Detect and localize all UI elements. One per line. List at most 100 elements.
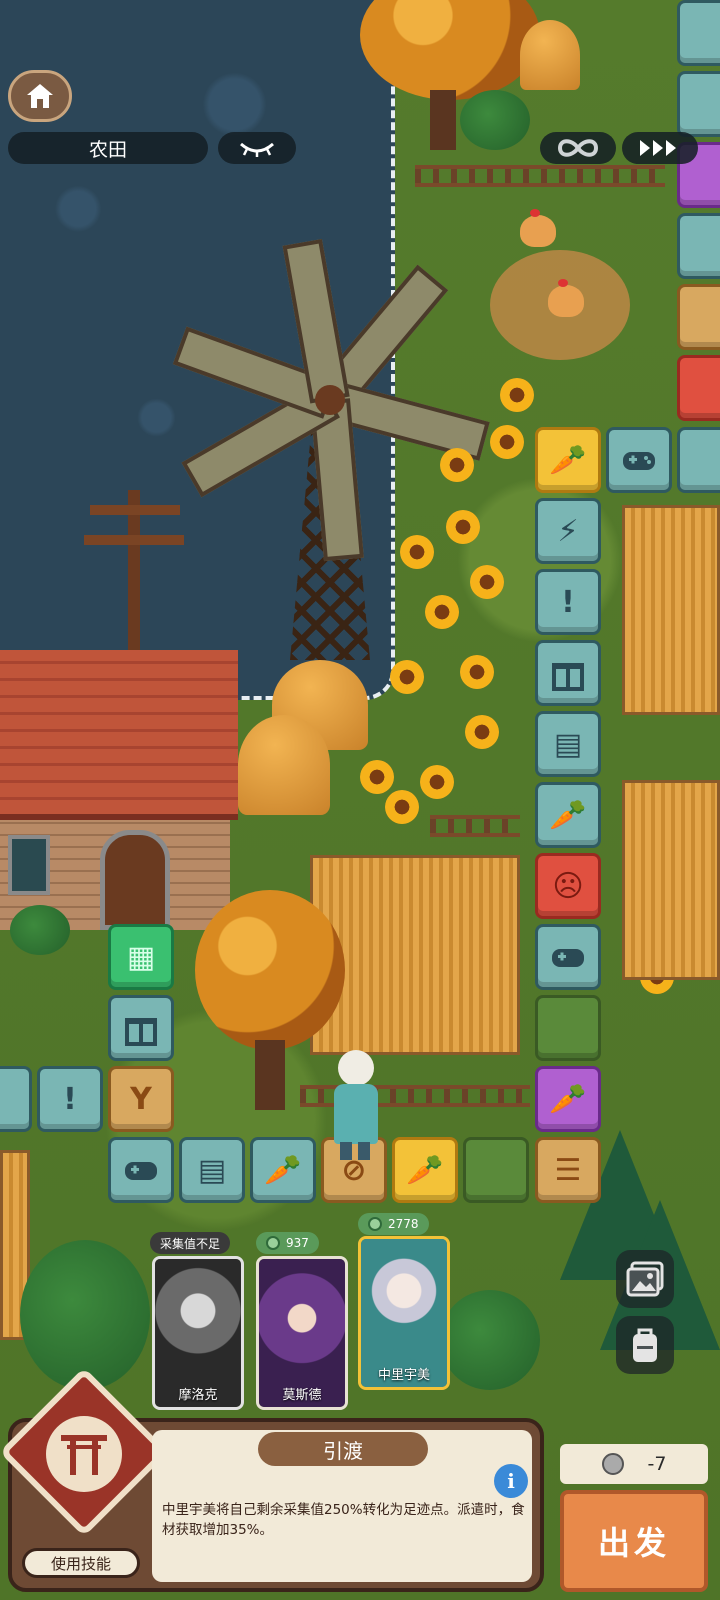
tile-carrot[interactable]: 🥕 bbox=[392, 1137, 458, 1203]
tile-gamepad[interactable] bbox=[108, 1137, 174, 1203]
auto-loop-button[interactable] bbox=[540, 132, 616, 164]
house-window bbox=[8, 835, 50, 895]
status-text: 采集值不足 bbox=[160, 1236, 221, 1251]
tile-energy[interactable] bbox=[677, 71, 720, 137]
character-tag: 采集值不足 bbox=[150, 1232, 231, 1254]
wheat-field bbox=[622, 505, 720, 715]
tile-energy[interactable]: ⚡ bbox=[535, 498, 601, 564]
hide-ui-button[interactable] bbox=[218, 132, 296, 164]
sunflower bbox=[440, 448, 474, 482]
location-label: 农田 bbox=[8, 132, 208, 164]
tile-angry[interactable] bbox=[677, 355, 720, 421]
collect-value-icon bbox=[266, 1236, 280, 1250]
backpack-icon bbox=[633, 1328, 657, 1362]
sunflower bbox=[490, 425, 524, 459]
gallery-icon bbox=[626, 1261, 664, 1297]
collect-value: 2778 bbox=[388, 1217, 419, 1231]
tile-gift[interactable] bbox=[677, 213, 720, 279]
dispatch-button[interactable]: 出发 bbox=[560, 1490, 708, 1592]
eye-closed-icon bbox=[240, 142, 274, 157]
skill-description: 中里宇美将自己剩余采集值250%转化为足迹点。派遣时，食材获取增加35%。 bbox=[162, 1502, 525, 1538]
sunflower bbox=[400, 535, 434, 569]
tile-angry[interactable]: ☹ bbox=[535, 853, 601, 919]
house-roof bbox=[0, 650, 238, 820]
character-card[interactable]: 莫斯德 bbox=[256, 1256, 348, 1410]
tile-gift[interactable] bbox=[535, 640, 601, 706]
tile-gamepad[interactable] bbox=[606, 427, 672, 493]
tile-empty[interactable] bbox=[535, 995, 601, 1061]
backpack-button[interactable] bbox=[616, 1316, 674, 1374]
character-card-selected[interactable]: 中里宇美 bbox=[358, 1236, 450, 1390]
sunflower bbox=[446, 510, 480, 544]
tile-fork[interactable]: Y bbox=[108, 1066, 174, 1132]
berry-bush bbox=[460, 90, 530, 150]
character-name: 摩洛克 bbox=[178, 1388, 218, 1403]
wheat-field bbox=[622, 780, 720, 980]
tile-box[interactable]: ▤ bbox=[535, 711, 601, 777]
sunflower bbox=[425, 595, 459, 629]
bush bbox=[440, 1290, 540, 1390]
use-skill-button[interactable]: 使用技能 bbox=[22, 1548, 140, 1578]
sunflower bbox=[385, 790, 419, 824]
home-button[interactable] bbox=[8, 70, 72, 122]
character-card[interactable]: 摩洛克 bbox=[152, 1256, 244, 1410]
footprint-icon bbox=[601, 1453, 624, 1475]
tile-box[interactable]: ▤ bbox=[179, 1137, 245, 1203]
cost-value: -7 bbox=[647, 1453, 667, 1475]
tile-event[interactable]: ! bbox=[535, 569, 601, 635]
dispatch-cost: -7 bbox=[560, 1444, 708, 1484]
fence bbox=[415, 165, 665, 187]
hay-bale bbox=[520, 20, 580, 90]
haystack bbox=[238, 715, 330, 815]
collect-value-icon bbox=[368, 1217, 382, 1231]
utility-pole-bar bbox=[90, 505, 180, 515]
sunflower bbox=[465, 715, 499, 749]
tile-gamepad[interactable] bbox=[677, 427, 720, 493]
tile-carrot[interactable]: 🥕 bbox=[250, 1137, 316, 1203]
tree-trunk bbox=[255, 1040, 285, 1110]
character-tag: 937 bbox=[256, 1232, 319, 1254]
bush bbox=[20, 1240, 150, 1390]
tile-gift[interactable] bbox=[108, 995, 174, 1061]
tree-trunk bbox=[430, 90, 456, 150]
tile-portal[interactable]: ▦ bbox=[108, 924, 174, 990]
skill-title: 引渡 bbox=[258, 1432, 428, 1466]
gamepad-icon bbox=[623, 452, 655, 470]
chicken bbox=[520, 209, 556, 247]
collect-value: 937 bbox=[286, 1236, 309, 1250]
tile-carrot[interactable] bbox=[0, 1066, 32, 1132]
info-icon[interactable]: i bbox=[494, 1464, 528, 1498]
gamepad-icon bbox=[125, 1162, 157, 1180]
gamepad-icon bbox=[552, 949, 584, 967]
home-icon bbox=[27, 84, 53, 108]
chicken bbox=[548, 279, 584, 317]
torii-gate-icon bbox=[46, 1416, 122, 1492]
gift-icon bbox=[552, 663, 584, 691]
tile-carrot[interactable]: 🥕 bbox=[535, 1066, 601, 1132]
tile-chat[interactable] bbox=[677, 284, 720, 350]
sunflower bbox=[360, 760, 394, 794]
gallery-button[interactable] bbox=[616, 1250, 674, 1308]
fence bbox=[430, 815, 520, 837]
tile-gamepad[interactable] bbox=[535, 924, 601, 990]
character-tag: 2778 bbox=[358, 1213, 429, 1235]
sunflower bbox=[420, 765, 454, 799]
sunflower bbox=[390, 660, 424, 694]
flower-bush bbox=[10, 905, 70, 955]
sunflower bbox=[470, 565, 504, 599]
tile-carrot[interactable]: 🥕 bbox=[535, 782, 601, 848]
tile-empty[interactable] bbox=[463, 1137, 529, 1203]
tile-carrot[interactable]: 🥕 bbox=[535, 427, 601, 493]
tile-gamepad[interactable] bbox=[677, 0, 720, 66]
tile-chat[interactable]: ☰ bbox=[535, 1137, 601, 1203]
windmill-hub bbox=[315, 385, 345, 415]
speed-up-button[interactable] bbox=[622, 132, 698, 164]
tile-event[interactable]: ! bbox=[37, 1066, 103, 1132]
house-door bbox=[100, 830, 170, 930]
player-character bbox=[330, 1050, 380, 1160]
character-name: 中里宇美 bbox=[377, 1368, 430, 1383]
sunflower bbox=[460, 655, 494, 689]
infinity-icon bbox=[557, 139, 599, 157]
gift-icon bbox=[125, 1018, 157, 1046]
character-name: 莫斯德 bbox=[282, 1388, 322, 1403]
